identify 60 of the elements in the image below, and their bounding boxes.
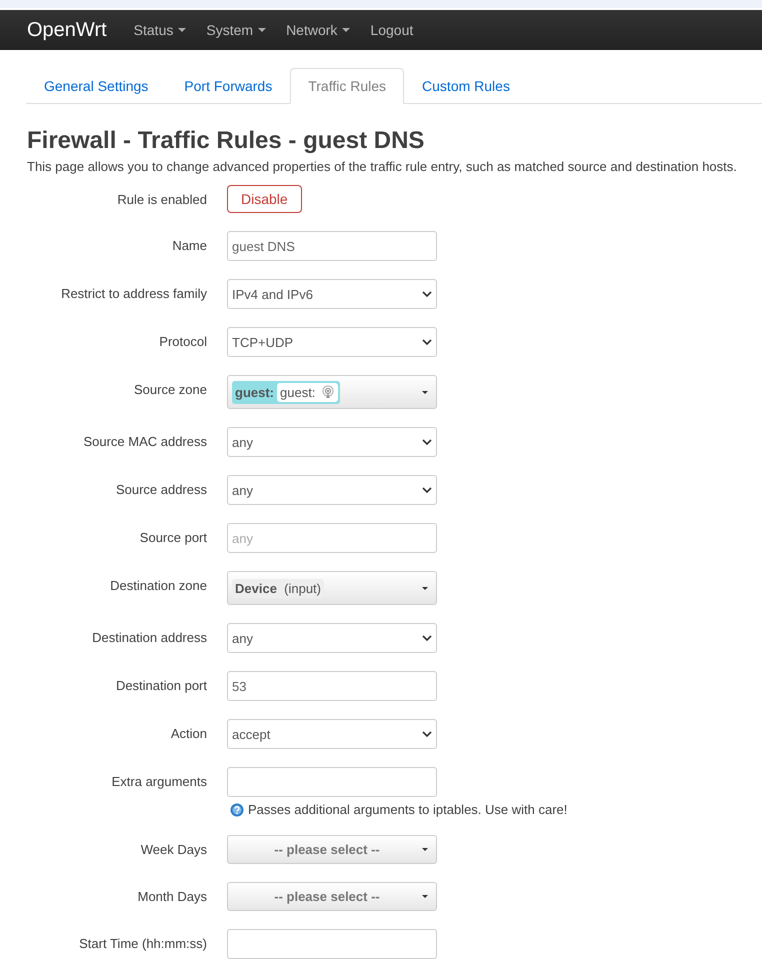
menu-item[interactable]: System [206, 22, 266, 38]
tab[interactable]: Port Forwards [166, 68, 290, 104]
caret-icon [258, 28, 266, 32]
caret-icon [342, 28, 350, 32]
chevron-icon [422, 487, 432, 493]
field-label: Action [170, 725, 207, 741]
select-field[interactable]: any [227, 623, 437, 653]
field-label: Source MAC address [82, 433, 207, 449]
select-field[interactable]: accept [227, 719, 437, 749]
help-text: Passes additional arguments to iptables. Use with care! [248, 802, 568, 817]
field-label: Source port [138, 529, 207, 545]
field-label: Month Days [136, 888, 207, 904]
menu-item[interactable]: Logout [370, 22, 414, 38]
page-title: Firewall - Traffic Rules - guest DNS [27, 126, 426, 156]
chevron-icon [422, 339, 432, 345]
caret-icon [422, 848, 428, 851]
field-label: Restrict to address family [60, 285, 207, 301]
tab[interactable]: Traffic Rules [290, 68, 404, 104]
input-field[interactable]: guest DNS [227, 231, 437, 261]
field-label: Protocol [158, 333, 207, 349]
caret-icon [422, 586, 428, 590]
zone-badge: guest: guest: [232, 380, 340, 404]
multi-select-dropdown[interactable]: -- please select -- [227, 835, 437, 864]
field-label: Destination zone [109, 577, 207, 593]
field-label: Destination port [114, 677, 207, 693]
select-field[interactable]: any [227, 475, 437, 505]
select-field[interactable]: any [227, 427, 437, 457]
field-label: Week Days [140, 841, 207, 857]
caret-icon [422, 895, 428, 898]
page-description: This page allows you to change advanced properties of the traffic rule entry, such as matched source and destination hosts. [27, 159, 738, 174]
select-field[interactable]: TCP+UDP [227, 327, 437, 357]
menu-item[interactable]: Network [286, 22, 350, 38]
input-field[interactable] [227, 929, 437, 959]
field-label: Name [171, 237, 207, 253]
chevron-icon [422, 635, 432, 641]
chevron-icon [422, 439, 432, 445]
field-label: Rule is enabled [116, 191, 207, 207]
caret-icon [422, 390, 428, 394]
input-field[interactable]: any [227, 523, 437, 553]
field-label: Source zone [133, 381, 207, 397]
zone-dropdown[interactable]: guest: guest: [227, 375, 437, 409]
tab[interactable]: General Settings [26, 68, 166, 104]
field-label: Start Time (hh:mm:ss) [78, 935, 207, 951]
help-icon [230, 802, 244, 816]
field-label: Destination address [91, 629, 207, 645]
wireless-icon [321, 385, 336, 399]
field-label: Source address [114, 481, 207, 497]
chevron-icon [422, 731, 432, 737]
caret-icon [178, 28, 186, 32]
input-field[interactable]: 53 [227, 671, 437, 701]
input-field[interactable] [227, 767, 437, 797]
select-field[interactable]: IPv4 and IPv6 [227, 279, 437, 309]
field-label: Extra arguments [110, 773, 207, 789]
disable-button[interactable]: Disable [227, 185, 302, 213]
tab[interactable]: Custom Rules [404, 68, 528, 104]
zone-dropdown[interactable]: Device (input) [227, 571, 437, 605]
menu-item[interactable]: Status [134, 22, 186, 38]
brand-logo[interactable]: OpenWrt [27, 18, 107, 42]
chevron-icon [422, 291, 432, 297]
multi-select-dropdown[interactable]: -- please select -- [227, 882, 437, 911]
